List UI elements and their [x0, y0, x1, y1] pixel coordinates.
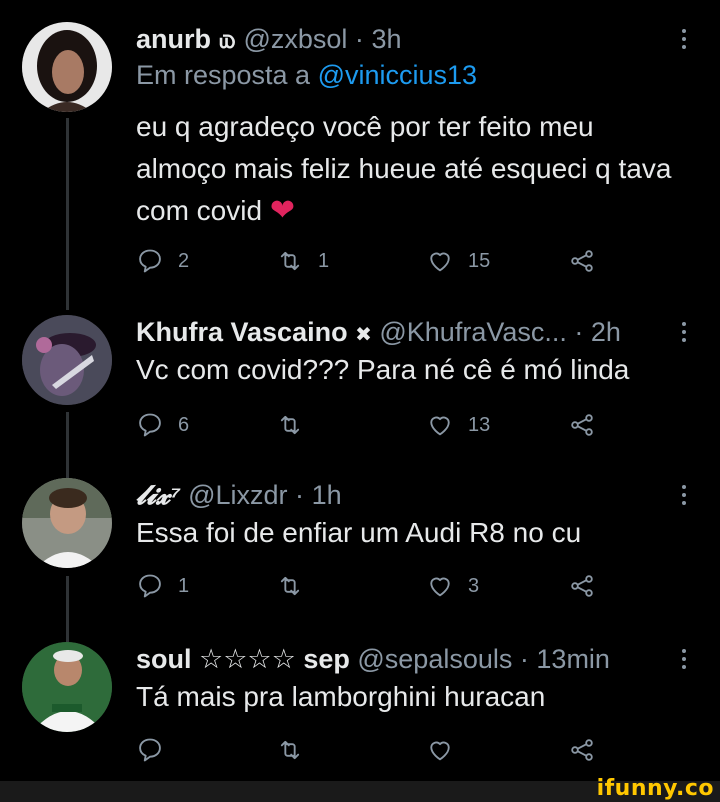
display-name[interactable]: Khufra Vascaino [136, 317, 348, 347]
tweet-actions: 6 13 [136, 408, 616, 442]
share-icon [571, 414, 593, 436]
tweet-header: soul ☆☆☆☆ sep @sepalsouls · 13min [136, 642, 660, 676]
retweet-button[interactable] [276, 733, 304, 767]
red-heart-emoji: ❤ [269, 194, 295, 227]
like-icon [430, 416, 450, 436]
like-icon [430, 741, 450, 761]
tweet[interactable]: 𝓵𝓲𝔁⁷ @Lixzdr · 1h Essa foi de enfiar um … [0, 478, 720, 608]
like-button[interactable]: 15 [426, 244, 490, 278]
reply-count: 2 [178, 249, 190, 272]
more-options-icon[interactable] [675, 24, 693, 54]
avatar[interactable] [22, 642, 112, 732]
reply-mention-link[interactable]: @viniccius13 [318, 60, 477, 90]
tweet-actions: 1 3 [136, 569, 616, 603]
reply-count: 6 [178, 413, 190, 436]
retweet-button[interactable] [276, 569, 318, 603]
more-options-icon[interactable] [675, 644, 693, 674]
retweet-button[interactable] [276, 408, 318, 442]
share-button[interactable] [568, 244, 596, 278]
tweet-header: anurb ௰ @zxbsol · 3h [136, 22, 660, 56]
avatar[interactable] [22, 22, 112, 112]
reply-icon [139, 574, 161, 598]
avatar-image [22, 22, 112, 112]
dot-separator: · [574, 317, 584, 347]
display-name[interactable]: anurb ௰ [136, 24, 236, 54]
like-icon [430, 252, 450, 272]
avatar-image [22, 478, 112, 568]
tweet-text-content: Essa foi de enfiar um Audi R8 no cu [136, 517, 582, 548]
tweet-actions [136, 733, 616, 767]
timestamp[interactable]: 2h [591, 317, 621, 347]
like-count: 3 [468, 574, 480, 597]
share-button[interactable] [568, 733, 596, 767]
like-button[interactable]: 13 [426, 408, 490, 442]
like-count: 15 [468, 249, 491, 272]
tweet-header: Khufra Vascaino ✖ @KhufraVasc... · 2h [136, 315, 660, 352]
avatar-image [22, 315, 112, 405]
tweet-text-content: Tá mais pra lamborghini huracan [136, 681, 546, 712]
share-icon [571, 575, 593, 597]
reply-icon [139, 413, 161, 437]
retweet-icon [280, 251, 300, 271]
reply-button[interactable]: 1 [136, 569, 189, 603]
tweet-text: Tá mais pra lamborghini huracan [136, 676, 680, 718]
like-button[interactable]: 3 [426, 569, 479, 603]
handle[interactable]: @KhufraVasc... [379, 317, 566, 347]
timestamp[interactable]: 3h [371, 24, 401, 54]
dot-separator: · [295, 480, 305, 510]
avatar[interactable] [22, 315, 112, 405]
reply-count: 1 [178, 574, 190, 597]
reply-icon [139, 738, 161, 762]
handle[interactable]: @Lixzdr [188, 480, 287, 510]
tweet-text-content: Vc com covid??? Para né cê é mó linda [136, 354, 630, 385]
reply-button[interactable]: 2 [136, 244, 189, 278]
tweet[interactable]: Khufra Vascaino ✖ @KhufraVasc... · 2h Vc… [0, 315, 720, 445]
tweet-actions: 2 1 15 [136, 244, 616, 278]
reply-button[interactable]: 6 [136, 408, 189, 442]
tweet[interactable]: anurb ௰ @zxbsol · 3h Em resposta a @vini… [0, 22, 720, 292]
ifunny-watermark: ifunny.co [596, 776, 714, 801]
dot-separator: · [519, 644, 529, 674]
reply-prefix: Em resposta a [136, 60, 311, 90]
handle[interactable]: @sepalsouls [357, 644, 512, 674]
retweet-count: 1 [318, 249, 330, 272]
reply-button[interactable] [136, 733, 164, 767]
reply-context: Em resposta a @viniccius13 [136, 58, 477, 92]
like-button[interactable] [426, 733, 454, 767]
share-button[interactable] [568, 569, 596, 603]
retweet-button[interactable]: 1 [276, 244, 329, 278]
reply-icon [139, 249, 161, 273]
avatar-image [22, 642, 112, 732]
retweet-icon [280, 740, 300, 760]
badge-icon: ✖ [355, 324, 372, 346]
tweet[interactable]: soul ☆☆☆☆ sep @sepalsouls · 13min Tá mai… [0, 642, 720, 772]
more-options-icon[interactable] [675, 480, 693, 510]
like-icon [430, 577, 450, 597]
timestamp[interactable]: 13min [536, 644, 610, 674]
more-options-icon[interactable] [675, 317, 693, 347]
tweet-text: eu q agradeço você por ter feito meu alm… [136, 106, 680, 232]
retweet-icon [280, 576, 300, 596]
retweet-icon [280, 415, 300, 435]
timestamp[interactable]: 1h [312, 480, 342, 510]
tweet-header: 𝓵𝓲𝔁⁷ @Lixzdr · 1h [136, 478, 660, 512]
display-name[interactable]: soul ☆☆☆☆ sep [136, 644, 350, 674]
dot-separator: · [354, 24, 364, 54]
tweet-text: Vc com covid??? Para né cê é mó linda [136, 349, 680, 391]
tweet-text: Essa foi de enfiar um Audi R8 no cu [136, 512, 680, 554]
share-icon [571, 739, 593, 761]
avatar[interactable] [22, 478, 112, 568]
share-icon [571, 250, 593, 272]
share-button[interactable] [568, 408, 596, 442]
tweet-text-content: eu q agradeço você por ter feito meu alm… [136, 111, 672, 226]
handle[interactable]: @zxbsol [243, 24, 347, 54]
like-count: 13 [468, 413, 491, 436]
display-name[interactable]: 𝓵𝓲𝔁⁷ [136, 480, 181, 510]
